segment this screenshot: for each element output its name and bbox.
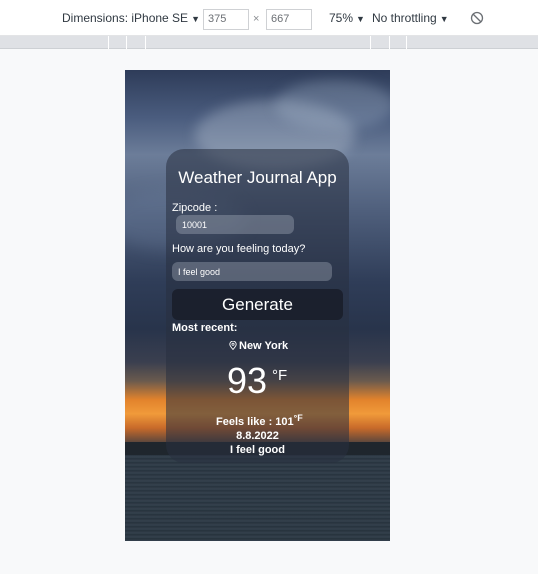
chevron-down-icon: ▼ [356,14,365,24]
zipcode-label: Zipcode : [172,202,218,214]
throttling-label: No throttling [372,11,437,25]
temperature-value: 93 [227,360,268,401]
rotate-icon[interactable] [470,11,484,25]
throttling-dropdown[interactable]: No throttling ▼ [372,11,449,25]
device-toolbar: Dimensions: iPhone SE ▼ 375 × 667 75% ▼ No… [0,0,538,36]
app-title: Weather Journal App [178,168,337,187]
ruler-tick [370,36,371,49]
ruler-tick [406,36,407,49]
entry-feeling: I feel good [230,444,285,456]
height-input[interactable]: 667 [266,9,312,30]
temperature-unit: °F [272,367,288,384]
ruler-tick [145,36,146,49]
background-cloud [275,80,390,130]
feels-like-label: Feels like : 101 [216,416,294,428]
generate-button[interactable]: Generate [172,289,343,320]
ruler-tick [108,36,109,49]
background-sea [125,455,390,541]
feelings-input[interactable]: I feel good [172,262,332,281]
zoom-dropdown[interactable]: 75% ▼ [329,11,365,25]
city-label: New York [239,340,289,352]
chevron-down-icon: ▼ [191,14,200,24]
zipcode-input[interactable]: 10001 [176,215,294,234]
dimensions-label: Dimensions: iPhone SE [62,11,189,25]
most-recent-label: Most recent: [172,322,238,334]
dimensions-dropdown[interactable]: Dimensions: iPhone SE ▼ [62,11,200,25]
city-name: New York [229,340,288,352]
chevron-down-icon: ▼ [439,14,449,24]
media-query-ruler [0,36,538,49]
location-pin-icon [229,341,237,350]
width-input[interactable]: 375 [203,9,249,30]
ruler-tick [126,36,127,49]
feelings-label: How are you feeling today? [172,243,306,255]
feels-like: Feels like : 101°F [216,413,303,428]
ruler-tick [389,36,390,49]
zoom-label: 75% [329,11,354,25]
entry-date: 8.8.2022 [236,430,279,442]
feels-like-unit: °F [293,413,303,423]
times-separator: × [253,13,260,25]
